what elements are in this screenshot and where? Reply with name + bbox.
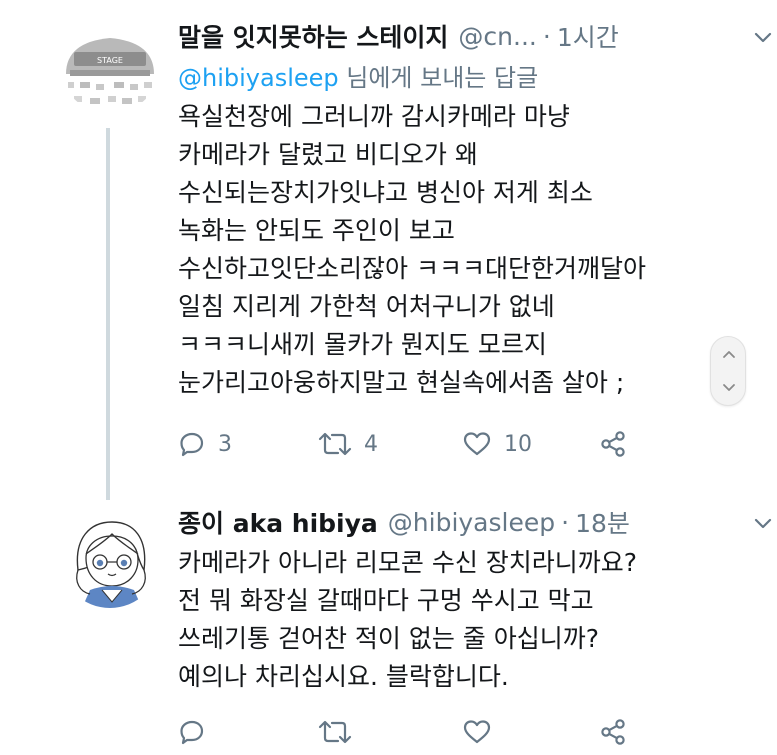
timestamp[interactable]: 1시간 xyxy=(557,18,619,54)
tweet-actions: 3 4 10 xyxy=(178,424,648,464)
retweet-count: 4 xyxy=(364,431,378,457)
reply-count: 3 xyxy=(218,431,232,457)
tweet-2[interactable]: 종이 aka hibiya @hibiyasleep · 18분 카메라가 아니… xyxy=(0,490,777,755)
separator-dot: · xyxy=(542,21,551,51)
tweet-header: 종이 aka hibiya @hibiyasleep · 18분 xyxy=(178,500,738,544)
share-button[interactable] xyxy=(598,712,628,752)
tweet-text-line: 쓰레기통 걷어찬 적이 없는 줄 아십니까? xyxy=(178,624,600,653)
tweet-text-line: 일침 지리게 가한척 어처구니가 없네 xyxy=(178,292,555,321)
tweet-text-line: 수신되는장치가잇냐고 병신아 저게 최소 xyxy=(178,178,593,207)
chevron-down-icon[interactable] xyxy=(748,22,777,52)
retweet-icon xyxy=(318,720,352,744)
tweet-text: 욕실천장에 그러니까 감시카메라 마냥 카메라가 달렸고 비디오가 왜 수신되는… xyxy=(178,98,738,402)
scroll-up-icon xyxy=(723,351,735,358)
anime-girl-avatar-icon xyxy=(60,508,160,608)
reply-to-mention-link[interactable]: @hibiyasleep xyxy=(178,64,339,92)
tweet-text-line: 녹화는 안되도 주인이 보고 xyxy=(178,216,455,245)
stage-label: STAGE xyxy=(97,56,123,65)
tweet-text-line: 수신하고잇단소리잖아 ㅋㅋㅋ대단한거깨달아 xyxy=(178,254,646,283)
share-icon xyxy=(601,431,625,457)
like-button[interactable]: 10 xyxy=(462,424,532,464)
separator-dot: · xyxy=(561,507,570,537)
share-button[interactable] xyxy=(598,424,628,464)
reply-to-suffix: 님에게 보내는 답글 xyxy=(338,64,539,92)
avatar[interactable]: STAGE xyxy=(60,14,160,114)
retweet-button[interactable]: 4 xyxy=(318,424,378,464)
like-icon xyxy=(463,720,491,744)
tweet-text-line: 카메라가 아니라 리모콘 수신 장치라니까요? xyxy=(178,548,638,577)
thread-connector-line xyxy=(106,128,110,500)
tweet-text-line: 욕실천장에 그러니까 감시카메라 마냥 xyxy=(178,102,570,131)
timestamp[interactable]: 18분 xyxy=(575,504,630,540)
display-name[interactable]: 종이 aka hibiya xyxy=(178,504,378,540)
user-handle[interactable]: @cn... xyxy=(458,22,536,51)
tweet-header: 말을 잇지못하는 스테이지 @cn... · 1시간 xyxy=(178,14,738,58)
retweet-button[interactable] xyxy=(318,712,364,752)
reply-icon xyxy=(180,432,204,457)
tweet-text: 카메라가 아니라 리모콘 수신 장치라니까요? 전 뭐 화장실 갈때마다 구멍 … xyxy=(178,544,738,696)
display-name[interactable]: 말을 잇지못하는 스테이지 xyxy=(178,18,448,54)
tweet-text-line: 전 뭐 화장실 갈때마다 구멍 쑤시고 막고 xyxy=(178,586,594,615)
tweet-text-line: ㅋㅋㅋ니새끼 몰카가 뭔지도 모르지 xyxy=(178,330,547,359)
scroll-down-button[interactable] xyxy=(711,371,747,405)
like-icon xyxy=(463,432,491,456)
tweet-1[interactable]: STAGE 말을 잇지못하는 스테이지 @cn... · 1시간 @hibiya… xyxy=(0,0,777,500)
reply-icon xyxy=(180,720,204,745)
like-button[interactable] xyxy=(462,712,504,752)
scroll-navigation-widget xyxy=(710,336,746,406)
tweet-content: 말을 잇지못하는 스테이지 @cn... · 1시간 @hibiyasleep … xyxy=(178,14,772,457)
like-count: 10 xyxy=(504,431,532,457)
tweet-content: 종이 aka hibiya @hibiyasleep · 18분 카메라가 아니… xyxy=(178,500,772,745)
reply-button[interactable]: 3 xyxy=(178,424,232,464)
share-icon xyxy=(601,719,625,745)
retweet-icon xyxy=(318,432,352,456)
stage-avatar-icon: STAGE xyxy=(60,14,160,114)
chevron-down-icon[interactable] xyxy=(748,508,777,538)
scroll-down-icon xyxy=(723,384,735,391)
reply-button[interactable] xyxy=(178,712,218,752)
tweet-text-line: 예의나 차리십시요. 블락합니다. xyxy=(178,662,509,691)
tweet-actions xyxy=(178,712,648,752)
tweet-text-line: 눈가리고아웅하지말고 현실속에서좀 살아 ; xyxy=(178,368,625,397)
user-handle[interactable]: @hibiyasleep xyxy=(388,508,555,537)
avatar[interactable] xyxy=(60,508,160,608)
replying-to: @hibiyasleep 님에게 보내는 답글 xyxy=(178,58,738,98)
tweet-text-line: 카메라가 달렸고 비디오가 왜 xyxy=(178,140,478,169)
scroll-up-button[interactable] xyxy=(711,337,747,371)
